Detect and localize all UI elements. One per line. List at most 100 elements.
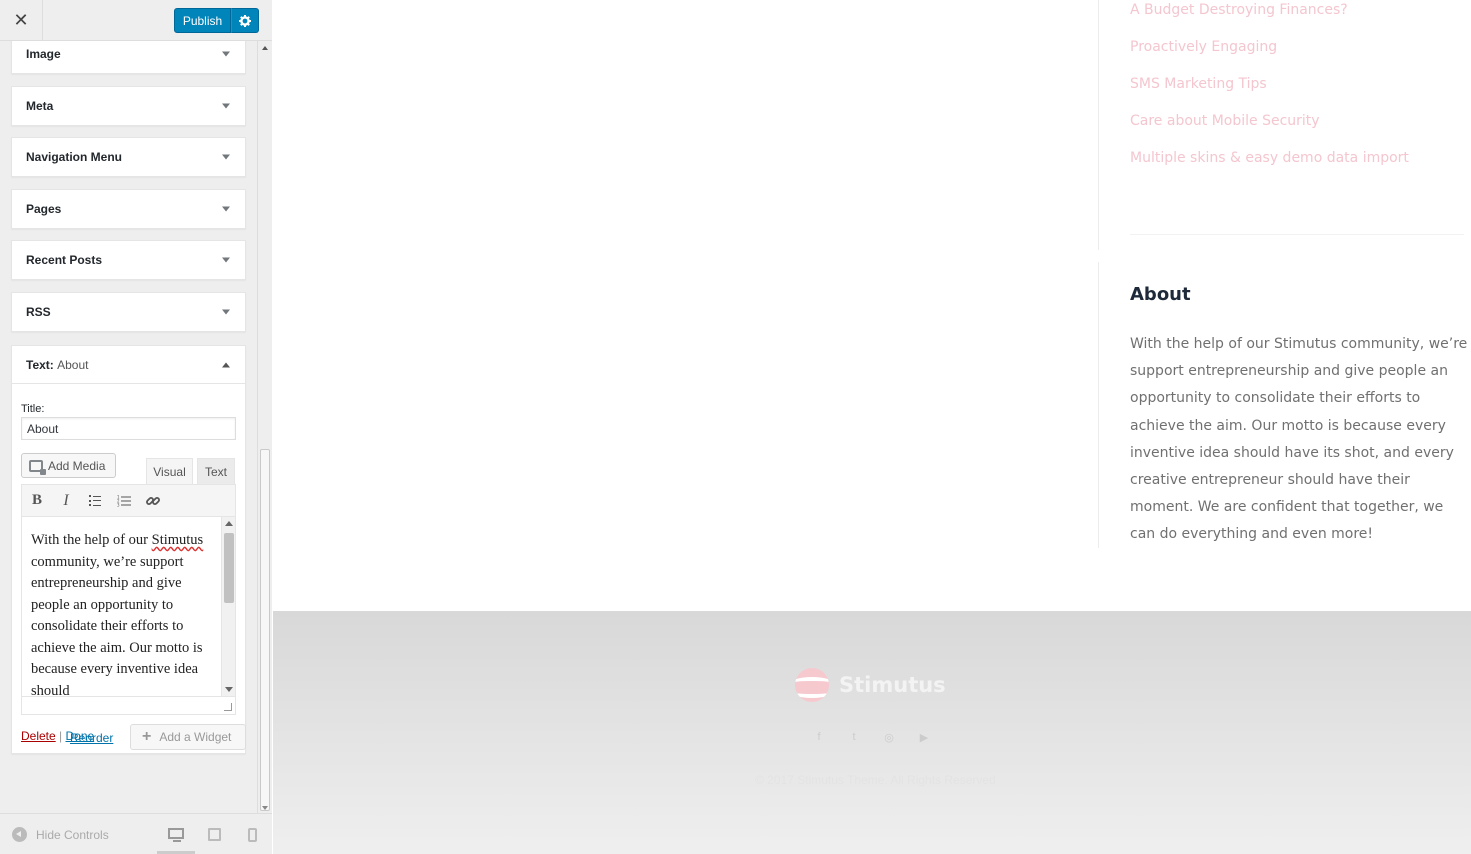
link-icon[interactable] [143,491,163,511]
numbered-list-icon[interactable]: 123 [114,491,134,511]
twitter-icon[interactable]: t [849,731,859,743]
widget-title: Meta [26,99,54,113]
widget-title: Navigation Menu [26,150,123,164]
content-text: With the help of our [31,532,152,548]
panel-scrollbar[interactable] [257,41,272,813]
section-divider [1130,234,1464,235]
sidebar-divider [1098,262,1099,548]
widget-header[interactable]: Recent Posts [12,241,245,279]
site-logo[interactable]: Stimutus [795,668,946,702]
title-label: Title: [21,403,45,415]
widget-rss[interactable]: RSS [11,292,246,332]
misspelled-word: Stimutus [151,532,204,548]
widget-header[interactable]: Image [12,41,245,73]
mobile-preview-icon[interactable] [248,828,257,842]
add-widget-label: Add a Widget [159,730,232,744]
widget-text-about: Text: About Title: Add Media Visual Text… [11,345,246,754]
chevron-down-icon[interactable] [222,206,230,212]
widget-header[interactable]: Pages [12,190,245,228]
site-footer: Stimutus f t ◎ ▶ © 2017 Stimutus Theme. … [273,611,1471,854]
desktop-preview-icon[interactable] [168,828,184,842]
social-links: f t ◎ ▶ [814,731,929,744]
customizer-header: ✕ Publish [0,0,272,41]
recent-post-link[interactable]: Care about Mobile Security [1130,113,1320,129]
title-input[interactable] [21,417,236,440]
widget-header[interactable]: RSS [12,293,245,331]
gear-icon [239,14,251,27]
scroll-up-icon[interactable] [262,46,268,50]
widget-navigation-menu[interactable]: Navigation Menu [11,137,246,177]
scroll-thumb[interactable] [224,533,234,603]
add-widget-button[interactable]: + Add a Widget [130,724,246,750]
site-preview: A Budget Destroying Finances? Proactivel… [273,0,1471,854]
editor-content[interactable]: With the help of our Stimutus community,… [21,516,236,697]
logo-icon [795,668,829,702]
scroll-down-icon[interactable] [262,806,268,810]
close-icon: ✕ [13,10,29,30]
publish-group: Publish [174,8,259,33]
recent-post-link[interactable]: SMS Marketing Tips [1130,76,1267,92]
scroll-thumb[interactable] [260,449,270,811]
recent-post-link[interactable]: Proactively Engaging [1130,39,1277,55]
chevron-down-icon[interactable] [222,154,230,160]
chevron-up-icon[interactable] [222,362,230,367]
editor-scrollbar[interactable] [221,517,235,696]
plus-icon: + [142,728,152,745]
widget-header[interactable]: Meta [12,87,245,125]
publish-settings-button[interactable] [231,8,259,33]
delete-link[interactable]: Delete [21,729,56,743]
widget-meta[interactable]: Meta [11,86,246,126]
facebook-icon[interactable]: f [814,731,824,743]
youtube-icon[interactable]: ▶ [919,731,929,744]
collapse-arrow-icon [12,827,27,842]
tablet-preview-icon[interactable] [208,828,221,841]
separator: | [59,729,63,743]
content-text: community, we’re support entrepreneurshi… [31,553,203,697]
recent-post-link[interactable]: Multiple skins & easy demo data import [1130,150,1409,166]
publish-button[interactable]: Publish [174,8,231,33]
instagram-icon[interactable]: ◎ [884,731,894,744]
about-text: With the help of our Stimutus community,… [1130,336,1468,543]
sidebar-divider [1098,0,1099,250]
widget-title: Recent Posts [26,253,103,267]
editor-text[interactable]: With the help of our Stimutus community,… [31,530,216,697]
widgets-panel: Image Meta Navigation Menu Pages Recent … [0,41,257,813]
chevron-down-icon[interactable] [222,103,230,109]
bold-icon[interactable]: B [27,491,47,511]
tab-visual[interactable]: Visual [146,458,193,484]
chevron-down-icon[interactable] [222,309,230,315]
scroll-down-icon[interactable] [225,687,233,692]
svg-text:3: 3 [117,502,120,507]
widget-type: Text: [26,357,54,372]
widget-title: Image [26,47,61,61]
recent-post-link[interactable]: A Budget Destroying Finances? [1130,2,1348,18]
customizer-sidebar: ✕ Publish Image Meta Navigation Menu Pag… [0,0,272,854]
widget-image[interactable]: Image [11,41,246,74]
widget-instance-title: About [57,357,89,372]
widget-title: RSS [26,305,51,319]
hide-controls-label: Hide Controls [36,827,109,842]
widget-title: Pages [26,202,62,216]
italic-icon[interactable]: I [56,491,76,511]
bulleted-list-icon[interactable] [85,491,105,511]
scroll-up-icon[interactable] [225,521,233,526]
about-heading: About [1130,284,1191,305]
reorder-link[interactable]: Reorder [70,731,113,745]
editor-toolbar: B I 123 [21,484,236,517]
widget-header[interactable]: Text: About [12,346,245,384]
hide-controls-button[interactable]: Hide Controls [12,827,109,842]
close-customizer-button[interactable]: ✕ [0,0,43,41]
tab-text[interactable]: Text [197,458,235,484]
add-media-button[interactable]: Add Media [21,453,116,478]
add-media-label: Add Media [48,458,106,473]
media-icon [29,459,46,475]
copyright-text: © 2017 Stimutus Theme. All Rights Reserv… [755,773,996,787]
editor-resize-handle[interactable] [21,697,236,715]
widget-recent-posts[interactable]: Recent Posts [11,240,246,280]
logo-text: Stimutus [839,673,946,697]
customizer-footer: Hide Controls [0,813,272,854]
chevron-down-icon[interactable] [222,51,230,57]
chevron-down-icon[interactable] [222,257,230,263]
widget-header[interactable]: Navigation Menu [12,138,245,176]
widget-pages[interactable]: Pages [11,189,246,229]
